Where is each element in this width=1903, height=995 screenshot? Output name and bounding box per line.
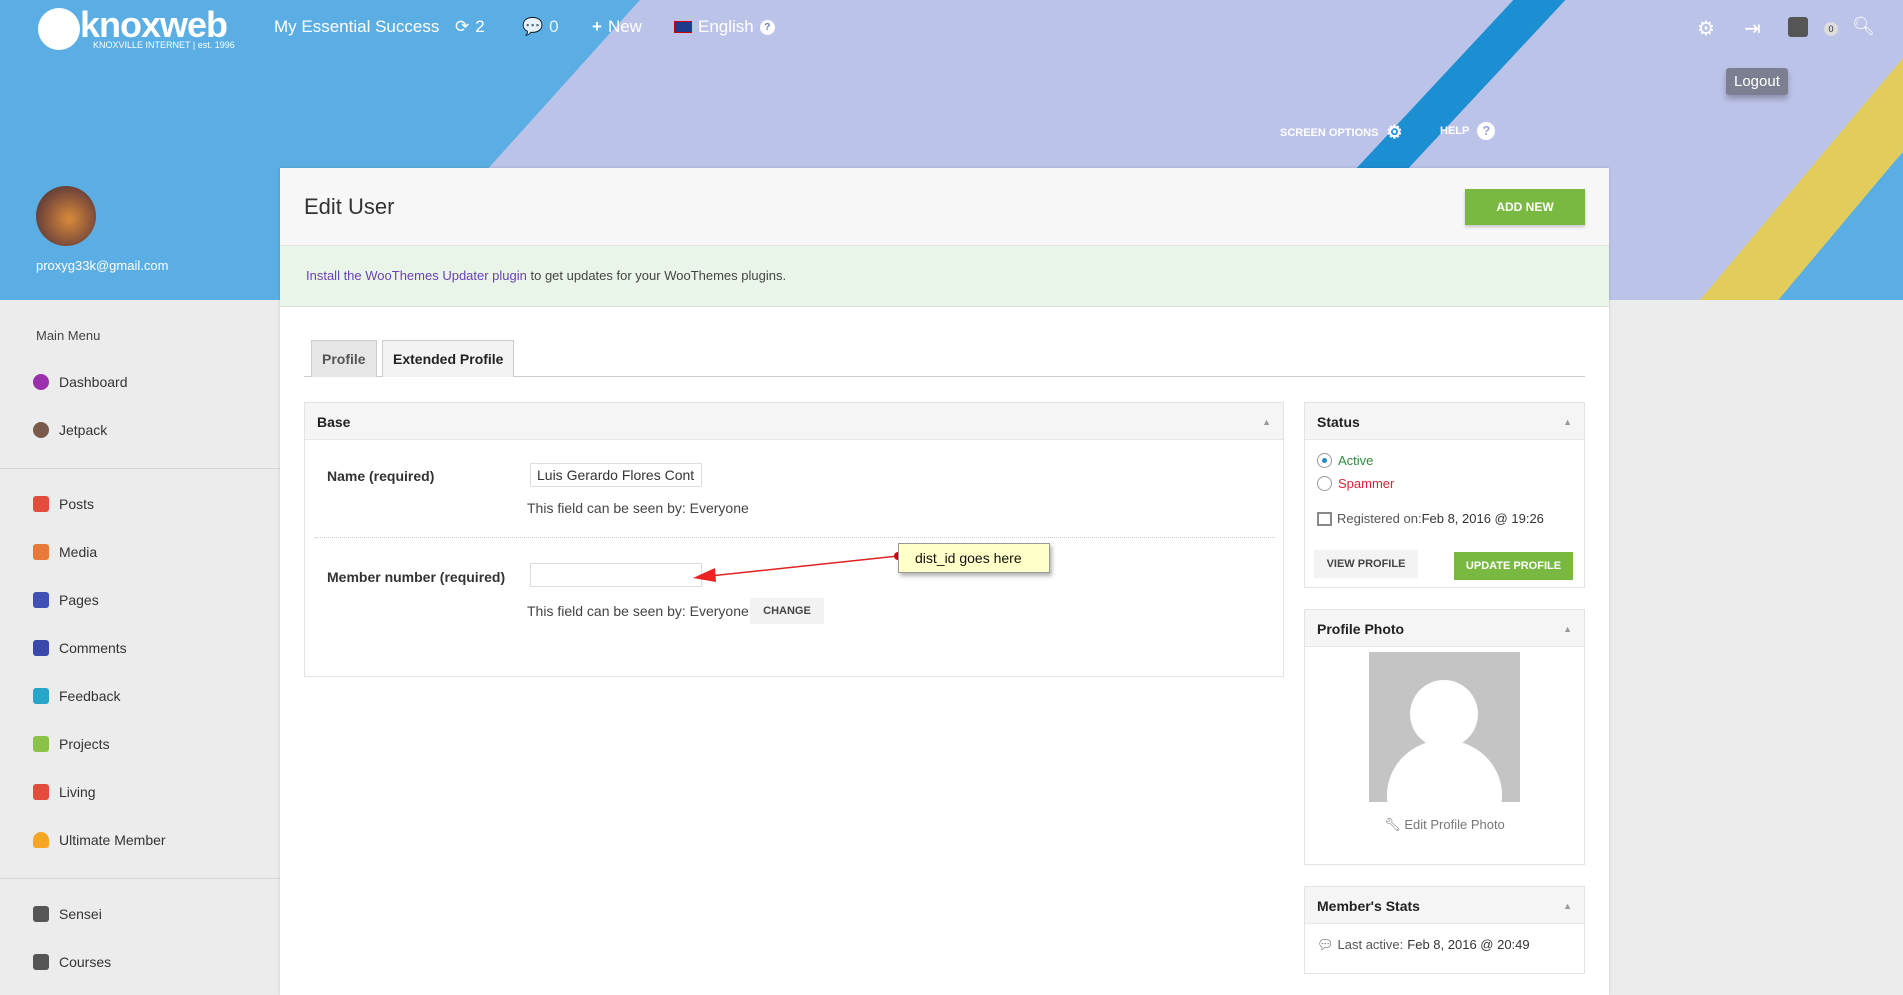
member-stats-box: Member's Stats ▲ 💬︎ Last active: Feb 8, 20… (1304, 886, 1585, 974)
profile-photo-placeholder (1369, 652, 1520, 802)
user-icon (33, 832, 49, 848)
refresh-icon: ⟳ (455, 17, 470, 36)
new-link[interactable]: + New (592, 17, 642, 37)
book-icon (33, 954, 49, 970)
base-title: Base (317, 414, 351, 430)
sidebar-item-projects[interactable]: Projects (33, 736, 110, 752)
add-new-button[interactable]: ADD NEW (1465, 189, 1585, 225)
gear-icon[interactable]: ⚙ (1697, 16, 1715, 41)
globe-icon (38, 8, 80, 50)
sidebar-item-living[interactable]: Living (33, 784, 96, 800)
plus-icon: + (592, 17, 602, 36)
language-switcher[interactable]: English? (674, 17, 775, 37)
user-email: proxyg33k@gmail.com (36, 258, 169, 273)
registered-info: Registered on: Feb 8, 2016 @ 19:26 (1317, 511, 1544, 526)
logout-icon[interactable]: ⇥ (1744, 16, 1761, 41)
sidebar-item-sensei[interactable]: Sensei (33, 906, 102, 922)
calendar-icon (1317, 511, 1332, 526)
sidebar-item-posts[interactable]: Posts (33, 496, 94, 512)
name-input[interactable] (530, 463, 702, 487)
comments-link[interactable]: 💬 0 (522, 17, 559, 37)
main-panel: Edit User ADD NEW Install the WooThemes … (280, 168, 1609, 995)
sidebar-item-courses[interactable]: Courses (33, 954, 111, 970)
comment-icon: 💬 (522, 17, 544, 36)
main-menu-heading: Main Menu (36, 328, 101, 343)
member-number-input[interactable] (530, 563, 702, 587)
pin-icon (33, 736, 49, 752)
pin-icon (33, 496, 49, 512)
logout-tooltip: Logout (1726, 68, 1788, 95)
name-visibility: This field can be seen by: Everyone (527, 500, 749, 516)
sidebar-item-feedback[interactable]: Feedback (33, 688, 120, 704)
last-active-info: 💬︎ Last active: Feb 8, 2016 @ 20:49 (1317, 937, 1530, 952)
pages-icon (33, 592, 49, 608)
sidebar-item-comments[interactable]: Comments (33, 640, 127, 656)
site-logo[interactable]: knoxweb KNOXVILLE INTERNET | est. 1996 (38, 4, 235, 50)
page-title: Edit User (304, 194, 395, 219)
graduation-cap-icon (33, 906, 49, 922)
status-active-radio[interactable]: Active (1317, 453, 1373, 468)
user-avatar[interactable] (36, 186, 96, 246)
tab-extended-profile[interactable]: Extended Profile (382, 340, 515, 377)
collapse-icon[interactable]: ▲ (1563, 417, 1572, 427)
divider (0, 878, 280, 879)
help-icon: ? (759, 19, 775, 35)
member-stats-title: Member's Stats (1317, 898, 1420, 914)
user-avatar-small[interactable] (1788, 17, 1808, 37)
help-icon: ? (1477, 122, 1496, 140)
feedback-icon (33, 688, 49, 704)
annotation-note: dist_id goes here (898, 543, 1050, 573)
media-icon (33, 544, 49, 560)
help-button[interactable]: HELP? (1440, 122, 1496, 140)
collapse-icon[interactable]: ▲ (1563, 624, 1572, 634)
base-box: Base ▲ Name (required) This field can be … (304, 402, 1284, 677)
screen-options-button[interactable]: SCREEN OPTIONS ⚙ (1280, 122, 1403, 143)
uk-flag-icon (674, 21, 692, 33)
profile-tabs: Profile Extended Profile (304, 340, 1585, 377)
search-icon[interactable]: 🔍︎ (1852, 16, 1875, 37)
tab-profile[interactable]: Profile (311, 340, 377, 377)
admin-bar: knoxweb KNOXVILLE INTERNET | est. 1996 M… (0, 0, 1903, 55)
sidebar-item-pages[interactable]: Pages (33, 592, 99, 608)
member-number-label: Member number (required) (327, 569, 506, 585)
install-updater-link[interactable]: Install the WooThemes Updater plugin (306, 268, 527, 283)
member-visibility: This field can be seen by: Everyone (527, 603, 749, 619)
change-visibility-button[interactable]: CHANGE (750, 598, 824, 624)
status-box: Status ▲ Active Spammer Registered on: Fe… (1304, 402, 1585, 588)
pin-icon (33, 784, 49, 800)
dashboard-icon (33, 374, 49, 390)
woothemes-notice: Install the WooThemes Updater plugin to … (280, 246, 1609, 307)
annotation-arrow (693, 552, 902, 582)
jetpack-icon (33, 422, 49, 438)
divider (0, 468, 280, 469)
update-profile-button[interactable]: UPDATE PROFILE (1454, 552, 1573, 580)
status-title: Status (1317, 414, 1360, 430)
gear-icon: ⚙ (1386, 122, 1403, 142)
sidebar-item-jetpack[interactable]: Jetpack (33, 422, 107, 438)
view-profile-button[interactable]: VIEW PROFILE (1314, 550, 1418, 578)
collapse-icon[interactable]: ▲ (1563, 901, 1572, 911)
wrench-icon: 🔧︎ (1384, 817, 1401, 832)
name-label: Name (required) (327, 468, 435, 484)
site-name-link[interactable]: My Essential Success (274, 17, 439, 37)
edit-profile-photo-link[interactable]: 🔧︎ Edit Profile Photo (1369, 817, 1520, 833)
collapse-icon[interactable]: ▲ (1262, 417, 1271, 427)
status-spammer-radio[interactable]: Spammer (1317, 476, 1394, 491)
sidebar-item-media[interactable]: Media (33, 544, 97, 560)
comment-icon (33, 640, 49, 656)
profile-photo-box: Profile Photo ▲ 🔧︎ Edit Profile Photo (1304, 609, 1585, 865)
sidebar-item-ultimate-member[interactable]: Ultimate Member (33, 832, 166, 848)
sidebar-item-dashboard[interactable]: Dashboard (33, 374, 128, 390)
notification-count[interactable]: 0 (1824, 22, 1838, 36)
updates-link[interactable]: ⟳ 2 (455, 17, 485, 37)
divider (315, 537, 1275, 538)
chat-icon: 💬︎ (1317, 937, 1334, 952)
profile-photo-title: Profile Photo (1317, 621, 1405, 637)
